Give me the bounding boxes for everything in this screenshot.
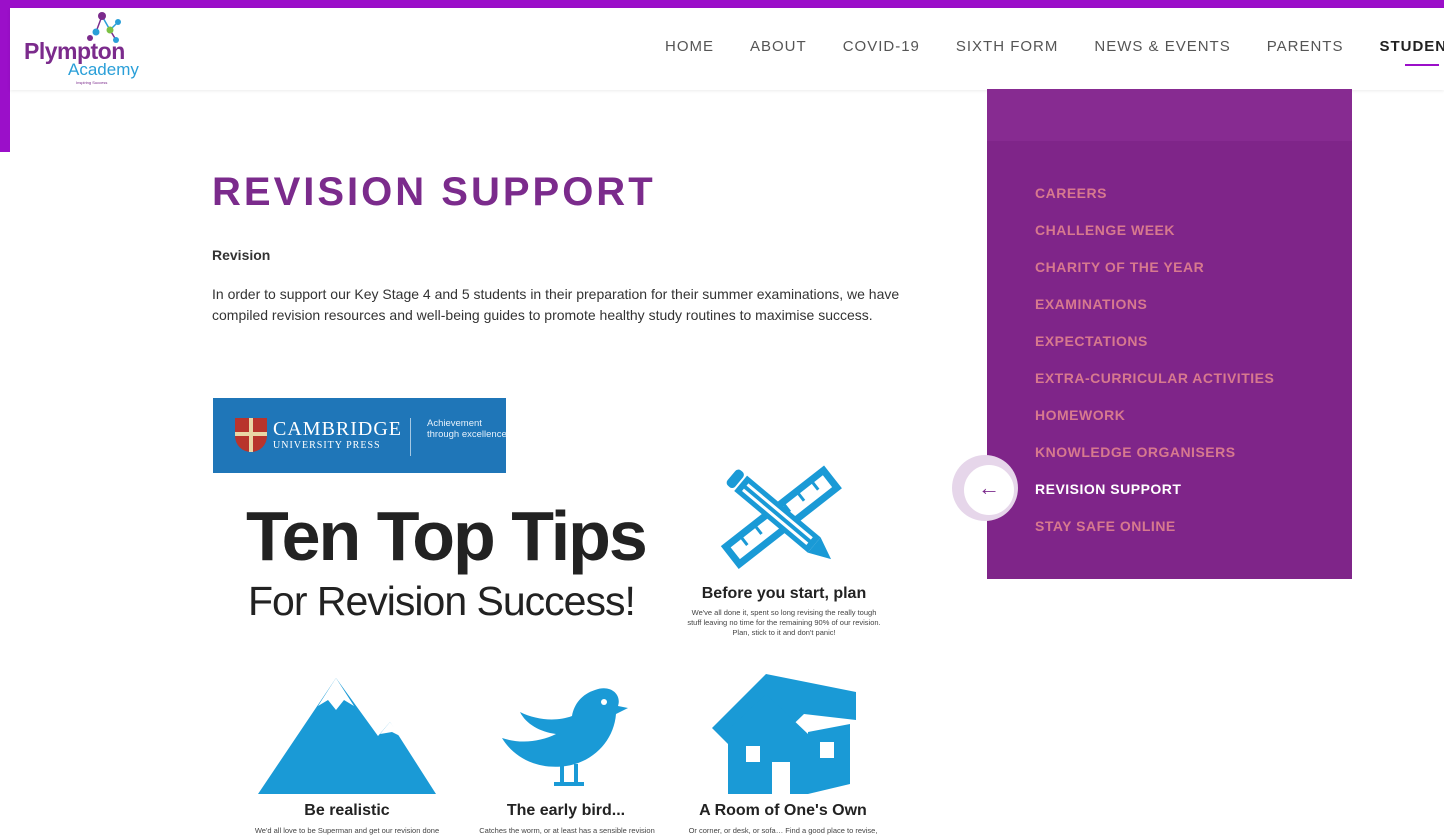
banner-divider	[410, 418, 411, 456]
sidebar-item-revision-support[interactable]: REVISION SUPPORT	[1035, 481, 1274, 518]
main-nav: HOME ABOUT COVID-19 SIXTH FORM NEWS & EV…	[665, 38, 1444, 66]
students-sidebar: CAREERS CHALLENGE WEEK CHARITY OF THE YE…	[987, 89, 1352, 579]
sidebar-item-knowledge-organisers[interactable]: KNOWLEDGE ORGANISERS	[1035, 444, 1274, 481]
tip-description: We'd all love to be Superman and get our…	[254, 826, 440, 835]
sidebar-item-homework[interactable]: HOMEWORK	[1035, 407, 1274, 444]
pencil-ruler-icon	[720, 465, 842, 569]
logo-subname: Academy	[68, 60, 139, 79]
sidebar-menu: CAREERS CHALLENGE WEEK CHARITY OF THE YE…	[1035, 185, 1274, 555]
top-accent-bar	[0, 0, 1444, 8]
tip-title: Before you start, plan	[701, 585, 867, 602]
sidebar-back-button[interactable]: ←	[952, 455, 1018, 521]
sidebar-header-band	[987, 89, 1352, 141]
nav-parents[interactable]: PARENTS	[1267, 38, 1344, 55]
tip-description: We've all done it, spent so long revisin…	[687, 608, 881, 637]
publisher-name: CAMBRIDGE	[273, 418, 403, 440]
section-heading: Revision	[212, 247, 271, 263]
tip-title: A Room of One's Own	[699, 802, 867, 819]
mountain-icon	[258, 678, 436, 794]
nav-students[interactable]: STUDENTS	[1379, 38, 1444, 66]
intro-paragraph: In order to support our Key Stage 4 and …	[212, 286, 900, 323]
page-title: REVISION SUPPORT	[212, 170, 656, 214]
publisher-tagline: Achievement through excellence	[427, 418, 507, 440]
sidebar-item-examinations[interactable]: EXAMINATIONS	[1035, 296, 1274, 333]
tip-description: Catches the worm, or at least has a sens…	[479, 826, 655, 835]
nav-news-events[interactable]: NEWS & EVENTS	[1094, 38, 1230, 55]
nav-covid[interactable]: COVID-19	[843, 38, 920, 55]
cambridge-shield-icon	[235, 418, 267, 452]
left-accent-bar	[0, 0, 10, 152]
bird-icon	[502, 688, 628, 786]
publisher-sub: UNIVERSITY PRESS	[273, 440, 381, 451]
sidebar-item-extra-curricular[interactable]: EXTRA-CURRICULAR ACTIVITIES	[1035, 370, 1274, 407]
sidebar-item-expectations[interactable]: EXPECTATIONS	[1035, 333, 1274, 370]
cambridge-banner: CAMBRIDGE UNIVERSITY PRESS Achievement t…	[213, 398, 507, 473]
tip-title: Be realistic	[304, 802, 390, 819]
nav-home[interactable]: HOME	[665, 38, 714, 55]
sidebar-item-stay-safe-online[interactable]: STAY SAFE ONLINE	[1035, 518, 1274, 555]
nav-sixth-form[interactable]: SIXTH FORM	[956, 38, 1059, 55]
house-icon	[712, 674, 856, 794]
logo-tagline: Inspiring Success	[76, 80, 108, 85]
tip-title: The early bird...	[506, 802, 626, 819]
infographic-headline: Ten Top Tips	[246, 497, 648, 575]
sidebar-item-challenge-week[interactable]: CHALLENGE WEEK	[1035, 222, 1274, 259]
sidebar-item-careers[interactable]: CAREERS	[1035, 185, 1274, 222]
site-logo[interactable]: Plympton Academy Inspiring Success	[24, 10, 139, 86]
nav-about[interactable]: ABOUT	[750, 38, 807, 55]
site-header: Plympton Academy Inspiring Success HOME …	[10, 8, 1444, 90]
infographic-subheadline: For Revision Success!	[248, 578, 636, 624]
tip-description: Or corner, or desk, or sofa… Find a good…	[688, 826, 878, 835]
sidebar-item-charity-of-the-year[interactable]: CHARITY OF THE YEAR	[1035, 259, 1274, 296]
arrow-left-icon: ←	[964, 465, 1014, 515]
